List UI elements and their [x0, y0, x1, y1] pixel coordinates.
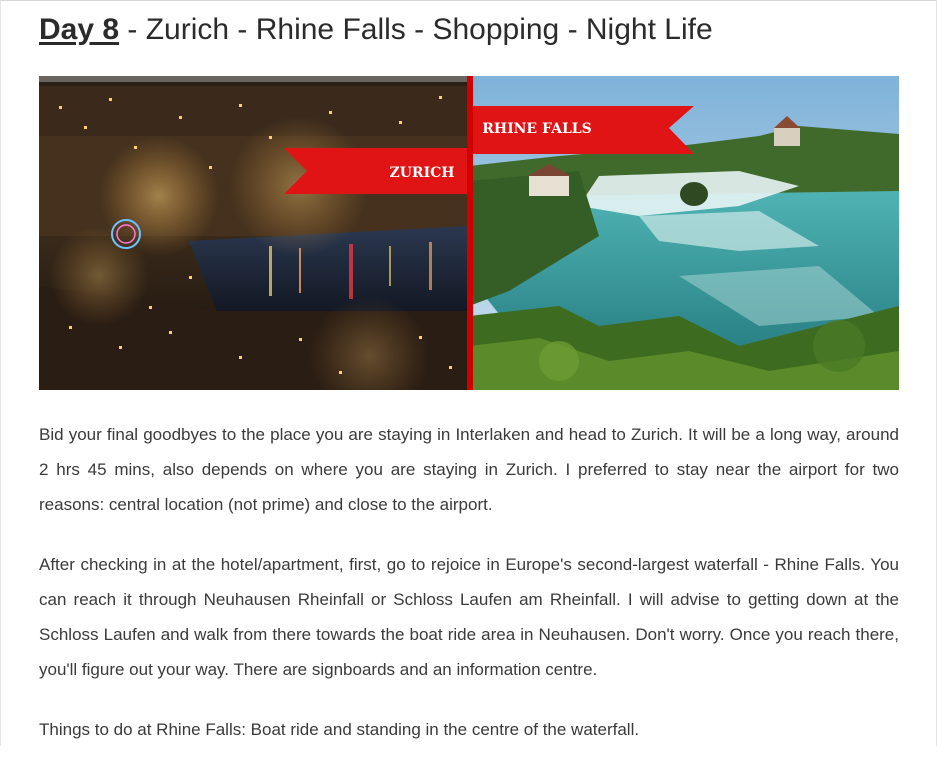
day-label: Day 8: [39, 13, 120, 46]
zurich-photo: [39, 76, 469, 390]
paragraph-rhine-falls: After checking in at the hotel/apartment…: [39, 555, 899, 679]
zurich-label: ZURICH: [390, 165, 455, 181]
rhine-falls-label: RHINE FALLS: [482, 121, 592, 137]
title-text: - Zurich - Rhine Falls - Shopping - Nigh…: [119, 13, 713, 46]
paragraph-things-to-do: Things to do at Rhine Falls: Boat ride a…: [39, 720, 640, 739]
article-body: Bid your final goodbyes to the place you…: [39, 417, 899, 772]
rhine-falls-ribbon: RHINE FALLS: [473, 106, 694, 154]
page-title: Day 8 - Zurich - Rhine Falls - Shopping …: [39, 10, 713, 50]
image-divider: [467, 76, 473, 390]
paragraph-intro: Bid your final goodbyes to the place you…: [39, 425, 899, 514]
zurich-ribbon: ZURICH: [284, 148, 467, 194]
hero-image: ZURICH RHINE FALLS: [39, 76, 899, 390]
